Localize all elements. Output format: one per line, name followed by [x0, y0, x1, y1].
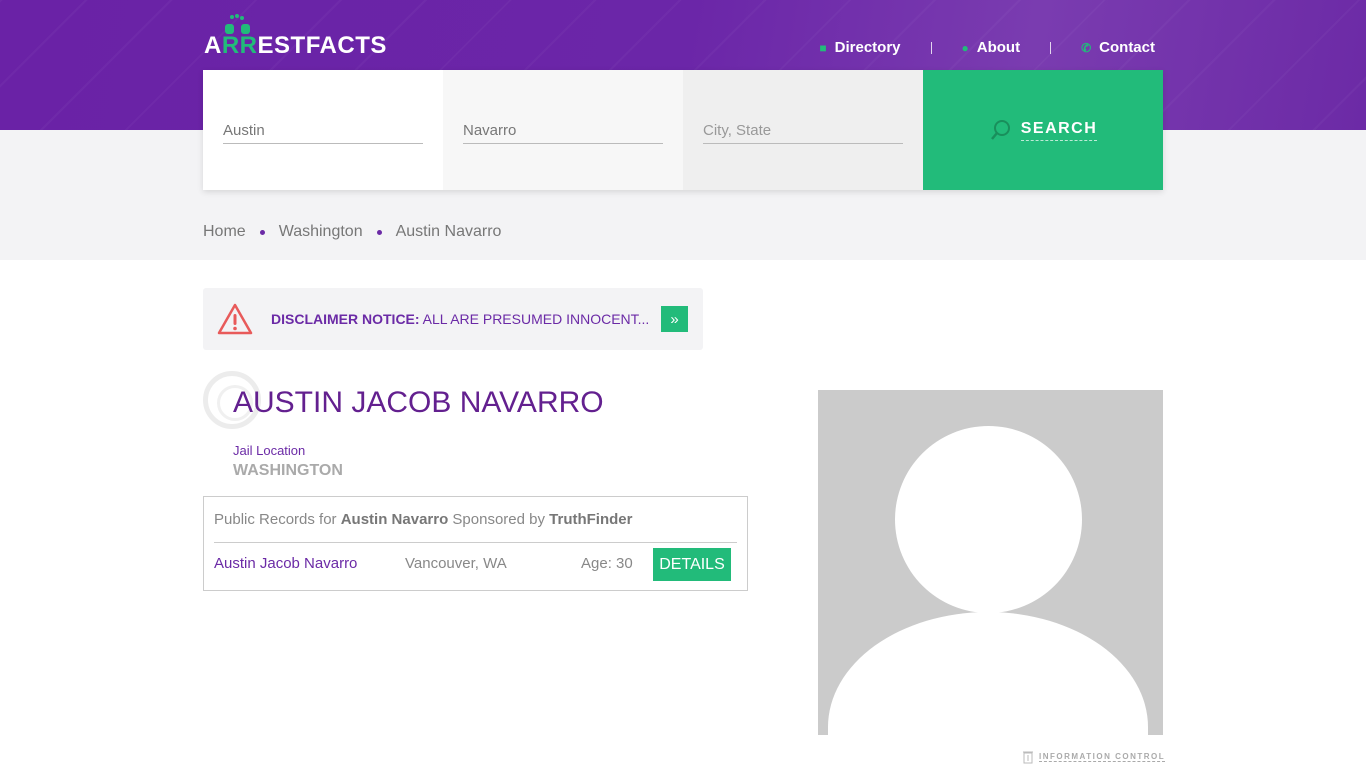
profile-photo-placeholder — [818, 390, 1163, 735]
record-location: Vancouver, WA — [405, 555, 507, 572]
search-form: SEARCH — [203, 70, 1163, 190]
details-button[interactable]: DETAILS — [653, 548, 731, 581]
breadcrumb-separator — [259, 229, 265, 235]
breadcrumb: Home Washington Austin Navarro — [203, 223, 501, 241]
first-name-input[interactable] — [223, 116, 423, 144]
avatar-body — [828, 612, 1148, 735]
breadcrumb-current: Austin Navarro — [395, 223, 502, 240]
nav-label: About — [976, 39, 1021, 56]
disclaimer-expand-button[interactable]: » — [661, 306, 688, 332]
location-cell — [683, 70, 923, 190]
last-name-cell — [443, 70, 683, 190]
breadcrumb-state[interactable]: Washington — [279, 223, 363, 241]
nav-divider — [930, 41, 932, 54]
breadcrumb-separator — [376, 229, 382, 235]
search-button[interactable]: SEARCH — [923, 70, 1163, 190]
search-icon — [990, 120, 1010, 140]
nav-label: Directory — [834, 39, 901, 56]
logo-text: ESTFACTS — [257, 32, 387, 59]
information-control-link[interactable]: INFORMATION CONTROL — [1023, 750, 1166, 764]
handcuffs-icon — [225, 14, 250, 34]
breadcrumb-home[interactable]: Home — [203, 223, 246, 241]
records-prefix: Public Records for — [214, 511, 341, 528]
search-button-label: SEARCH — [1020, 120, 1098, 141]
warning-icon — [217, 303, 253, 335]
public-records-box: Public Records for Austin Navarro Sponso… — [203, 496, 748, 591]
jail-location-label: Jail Location — [233, 443, 306, 458]
disclaimer-notice: DISCLAIMER NOTICE: ALL ARE PRESUMED INNO… — [203, 288, 703, 350]
divider — [214, 542, 737, 543]
disclaimer-body: ALL ARE PRESUMED INNOCENT... — [419, 311, 650, 327]
logo-text: A — [204, 32, 222, 59]
information-control-label: INFORMATION CONTROL — [1039, 752, 1166, 762]
nav-directory[interactable]: ■ Directory — [819, 39, 900, 56]
logo-text-accent: RR — [221, 32, 258, 59]
disclaimer-title: DISCLAIMER NOTICE: — [271, 311, 420, 327]
record-name-link[interactable]: Austin Jacob Navarro — [214, 555, 357, 572]
nav-contact[interactable]: ✆ Contact — [1081, 39, 1155, 56]
avatar-head — [895, 426, 1082, 613]
record-age: Age: 30 — [581, 555, 633, 572]
records-name: Austin Navarro — [340, 511, 449, 528]
person-name: AUSTIN JACOB NAVARRO — [233, 386, 604, 419]
info-icon: ● — [961, 40, 969, 55]
jail-location-value: WASHINGTON — [233, 462, 343, 479]
records-sponsor: TruthFinder — [549, 511, 633, 528]
double-chevron-right-icon: » — [670, 310, 679, 328]
first-name-cell — [203, 70, 443, 190]
folder-icon: ■ — [819, 40, 827, 55]
trash-icon — [1023, 751, 1033, 764]
nav-divider — [1050, 41, 1052, 54]
phone-icon: ✆ — [1081, 40, 1092, 55]
nav-about[interactable]: ● About — [962, 39, 1021, 56]
last-name-input[interactable] — [463, 116, 663, 144]
top-nav: ■ Directory ● About ✆ Contact — [819, 39, 1155, 56]
disclaimer-text: DISCLAIMER NOTICE: ALL ARE PRESUMED INNO… — [271, 311, 649, 327]
records-heading: Public Records for Austin Navarro Sponso… — [214, 511, 632, 528]
nav-label: Contact — [1099, 39, 1155, 56]
location-input[interactable] — [703, 116, 903, 144]
logo[interactable]: ARRESTFACTS — [204, 32, 387, 60]
records-mid: Sponsored by — [448, 511, 550, 528]
